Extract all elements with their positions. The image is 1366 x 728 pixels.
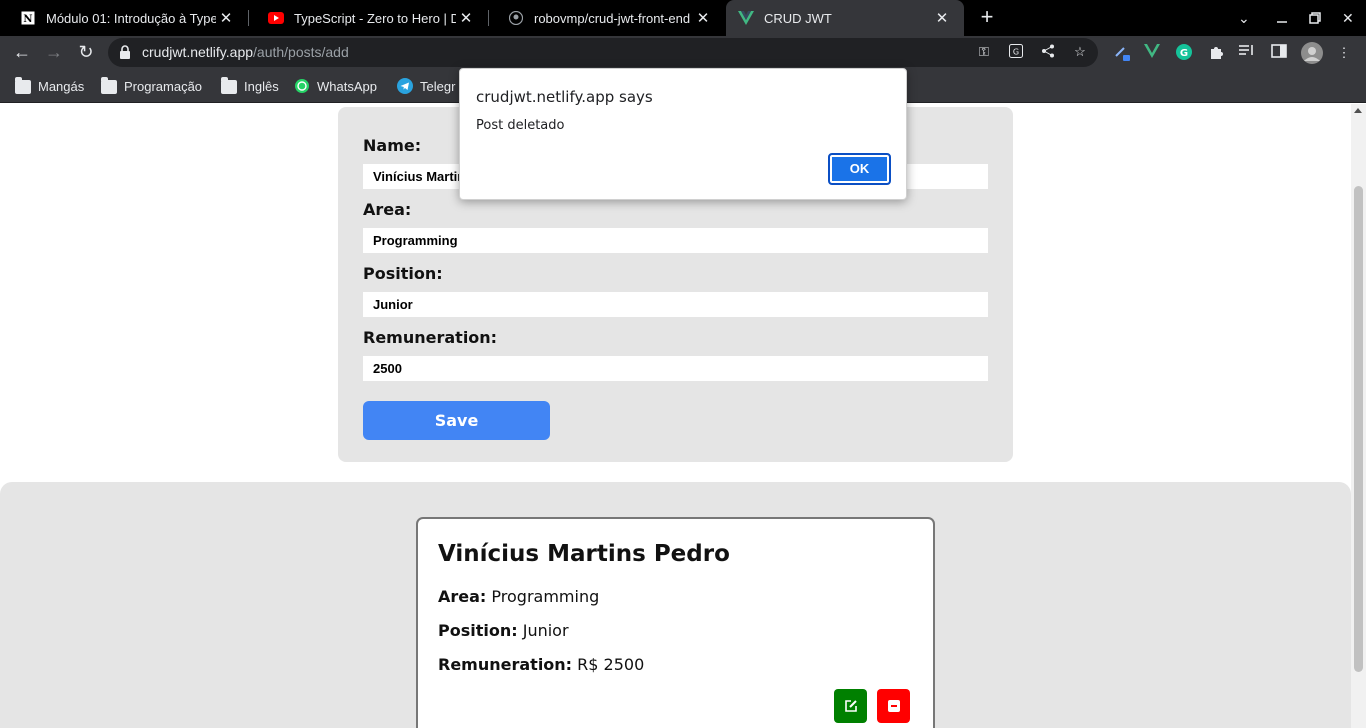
- url-text: crudjwt.netlify.app/auth/posts/add: [142, 44, 349, 60]
- star-icon[interactable]: ☆: [1072, 44, 1088, 60]
- folder-icon: [221, 77, 237, 94]
- name-label: Name:: [363, 136, 422, 155]
- position-label: Position:: [363, 264, 443, 283]
- folder-icon: [101, 77, 117, 94]
- folder-icon: [15, 77, 31, 94]
- bookmark-label: WhatsApp: [317, 78, 377, 94]
- delete-button[interactable]: [877, 689, 910, 723]
- tab-github[interactable]: robovmp/crud-jwt-front-end ✕: [488, 0, 725, 36]
- bookmark-label: Programação: [124, 78, 203, 94]
- translate-icon[interactable]: G: [1008, 44, 1024, 60]
- svg-text:N: N: [23, 14, 32, 25]
- bookmark-label: Mangás: [38, 78, 85, 94]
- extension-pen-icon[interactable]: [1114, 44, 1132, 62]
- reload-icon[interactable]: ↻: [74, 40, 98, 64]
- close-icon[interactable]: ✕: [456, 9, 476, 27]
- alert-dialog: crudjwt.netlify.app says Post deletado O…: [459, 68, 907, 200]
- page-scrollbar[interactable]: [1351, 104, 1366, 728]
- posts-list: Vinícius Martins Pedro Area: Programming…: [0, 482, 1351, 728]
- post-area: Area: Programming: [438, 587, 600, 606]
- tab-youtube[interactable]: TypeScript - Zero to Hero | De ✕: [248, 0, 488, 36]
- area-input[interactable]: Programming: [363, 228, 988, 253]
- area-label: Area:: [363, 200, 412, 219]
- post-title: Vinícius Martins Pedro: [438, 541, 730, 567]
- scrollbar-thumb[interactable]: [1354, 186, 1363, 672]
- grammarly-icon[interactable]: G: [1175, 44, 1193, 62]
- tab-notion[interactable]: N Módulo 01: Introdução à Type ✕: [0, 0, 248, 36]
- tab-title: TypeScript - Zero to Hero | De: [294, 10, 456, 26]
- new-tab-button[interactable]: +: [976, 6, 998, 28]
- dialog-message: Post deletado: [476, 118, 565, 133]
- bookmark-ingles[interactable]: Inglês: [221, 77, 279, 95]
- back-arrow-icon[interactable]: ←: [10, 40, 34, 64]
- scroll-up-arrow-icon[interactable]: [1354, 108, 1362, 113]
- whatsapp-icon: [294, 78, 310, 94]
- share-icon[interactable]: [1040, 44, 1056, 60]
- forward-arrow-icon[interactable]: →: [42, 40, 66, 64]
- bookmark-mangas[interactable]: Mangás: [15, 77, 84, 95]
- position-input[interactable]: Junior: [363, 292, 988, 317]
- close-icon[interactable]: ✕: [693, 9, 713, 27]
- extensions-puzzle-icon[interactable]: [1207, 44, 1225, 62]
- tab-title: robovmp/crud-jwt-front-end: [534, 10, 691, 26]
- lock-icon: [120, 45, 130, 59]
- restore-icon[interactable]: [1309, 0, 1321, 36]
- bookmark-telegram[interactable]: Telegr: [397, 77, 455, 95]
- bookmark-programacao[interactable]: Programação: [101, 77, 202, 95]
- address-bar[interactable]: crudjwt.netlify.app/auth/posts/add ⚿ G ☆: [108, 38, 1098, 67]
- post-position: Position: Junior: [438, 621, 569, 640]
- bookmark-whatsapp[interactable]: WhatsApp: [294, 77, 377, 95]
- post-remuneration: Remuneration: R$ 2500: [438, 655, 645, 674]
- tab-title: Módulo 01: Introdução à Type: [46, 10, 216, 26]
- close-icon[interactable]: ✕: [216, 9, 236, 27]
- remuneration-input[interactable]: 2500: [363, 356, 988, 381]
- kebab-menu-icon[interactable]: ⋮: [1335, 44, 1353, 62]
- vue-icon: [738, 10, 754, 26]
- bookmark-label: Telegr: [420, 78, 456, 94]
- close-icon[interactable]: ✕: [932, 9, 952, 27]
- bookmark-label: Inglês: [244, 78, 279, 94]
- tab-title: CRUD JWT: [764, 10, 832, 26]
- edit-icon: [844, 700, 857, 712]
- media-queue-icon[interactable]: [1238, 44, 1256, 62]
- minus-square-icon: [887, 700, 900, 712]
- post-card: Vinícius Martins Pedro Area: Programming…: [416, 517, 935, 728]
- save-button[interactable]: Save: [363, 401, 550, 440]
- key-icon[interactable]: ⚿: [976, 44, 992, 60]
- avatar[interactable]: [1301, 42, 1323, 64]
- svg-text:G: G: [1013, 48, 1019, 57]
- svg-text:G: G: [1180, 48, 1188, 59]
- youtube-icon: [268, 10, 284, 26]
- vue-devtools-icon[interactable]: [1143, 44, 1161, 62]
- side-panel-icon[interactable]: [1270, 44, 1288, 62]
- edit-button[interactable]: [834, 689, 867, 723]
- ok-button[interactable]: OK: [828, 153, 891, 185]
- window-close-icon[interactable]: ✕: [1342, 0, 1354, 36]
- browser-toolbar: ← → ↻ crudjwt.netlify.app/auth/posts/add…: [0, 36, 1366, 69]
- browser-tab-bar: N Módulo 01: Introdução à Type ✕ TypeScr…: [0, 0, 1366, 36]
- tab-crud-jwt[interactable]: CRUD JWT ✕: [726, 0, 964, 36]
- remuneration-label: Remuneration:: [363, 328, 498, 347]
- minimize-icon[interactable]: [1276, 0, 1288, 36]
- tab-search-icon[interactable]: ⌄: [1238, 0, 1250, 36]
- notion-icon: N: [20, 10, 36, 26]
- github-icon: [508, 10, 524, 26]
- telegram-icon: [397, 78, 413, 94]
- dialog-title: crudjwt.netlify.app says: [476, 88, 653, 106]
